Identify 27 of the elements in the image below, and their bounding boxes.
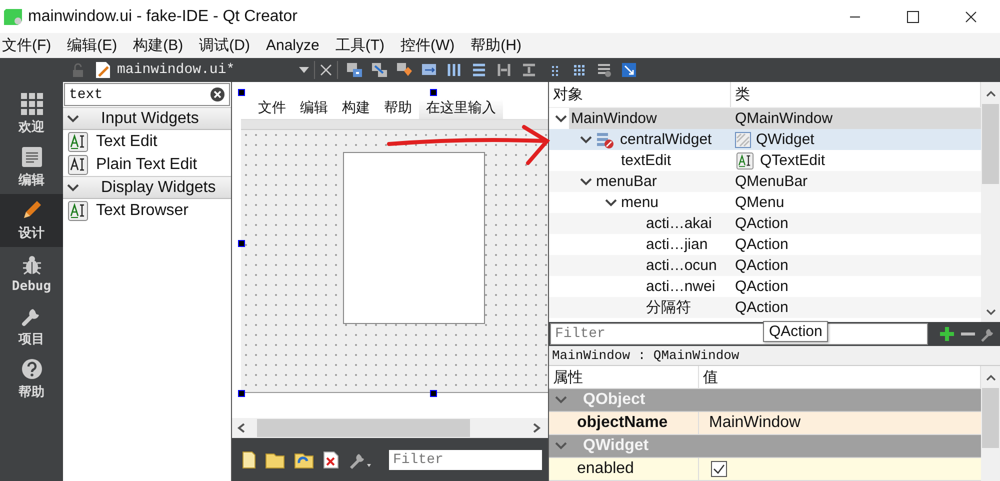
class-name: QAction [735,299,788,316]
class-name: QAction [735,257,788,274]
class-name: QTextEdit [760,152,826,169]
category-name: Display Widgets [101,178,216,196]
category-name: Input Widgets [101,110,199,128]
class-name: QAction [735,215,788,232]
object-name: menuBar [596,173,657,190]
class-name: QAction [735,236,788,253]
window-title: mainwindow.ui - fake-IDE - Qt Creator [28,8,298,26]
object-name: acti…ocun [646,257,717,274]
property-name: objectName [549,412,699,434]
class-name: QMainWindow [735,110,833,127]
object-name: menu [621,194,659,211]
property-name: enabled [549,458,699,480]
object-name: MainWindow [571,110,657,127]
object-name: acti…akai [646,215,712,232]
object-name: textEdit [621,152,672,169]
class-name: QAction [735,278,788,295]
object-name: acti…jian [646,236,708,253]
class-name: QWidget [756,131,814,148]
object-name: 分隔符 [646,298,691,317]
class-label: MainWindow : QMainWindow [549,346,1000,366]
class-name: QMenu [735,194,784,211]
class-name: QMenuBar [735,173,808,190]
object-name: acti…nwei [646,278,716,295]
tooltip: QAction [763,321,828,342]
object-name: centralWidget [620,131,712,148]
